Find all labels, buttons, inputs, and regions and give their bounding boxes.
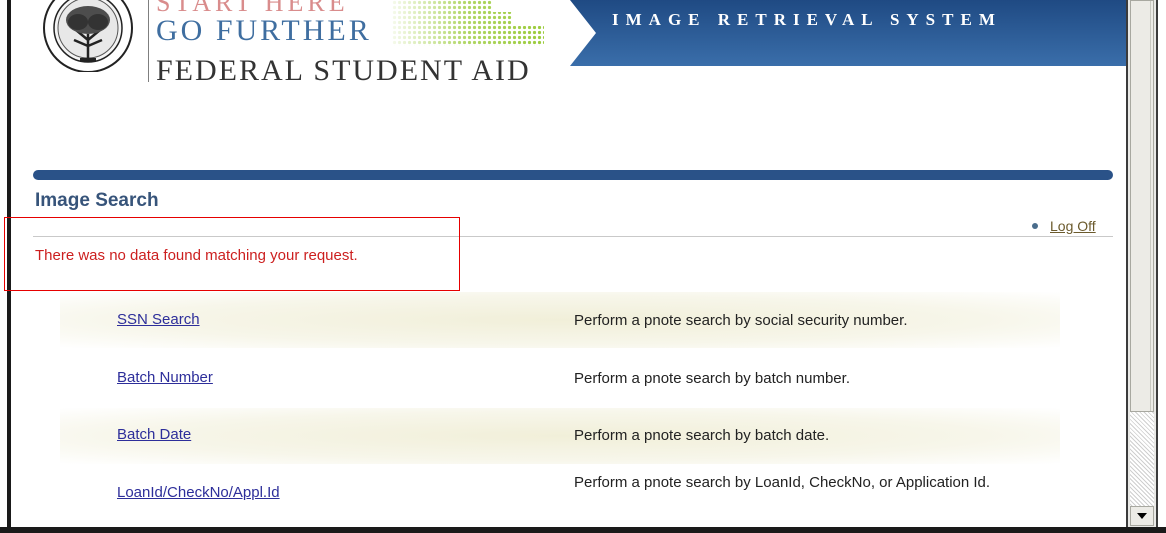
- option-description: Perform a pnote search by social securit…: [574, 312, 908, 329]
- batch-date-link[interactable]: Batch Date: [117, 426, 191, 443]
- option-description: Perform a pnote search by LoanId, CheckN…: [574, 474, 991, 491]
- site-header: START HERE GO FURTHER FEDERAL STUDENT AI…: [16, 0, 1126, 120]
- decorative-dot-grid: [392, 0, 544, 46]
- ssn-search-link[interactable]: SSN Search: [117, 311, 200, 328]
- option-description: Perform a pnote search by batch date.: [574, 427, 830, 444]
- tagline-go-further: GO FURTHER: [156, 14, 372, 47]
- search-option-row: Batch Date Perform a pnote search by bat…: [60, 408, 1060, 464]
- vertical-scrollbar[interactable]: [1126, 0, 1158, 528]
- logo-divider: [148, 0, 149, 82]
- option-description: Perform a pnote search by batch number.: [574, 370, 850, 387]
- system-title: IMAGE RETRIEVAL SYSTEM: [612, 10, 1002, 29]
- logoff-control[interactable]: Log Off: [1032, 218, 1096, 234]
- header-divider-bar: [33, 170, 1113, 180]
- scroll-down-arrow-icon[interactable]: [1130, 506, 1154, 526]
- search-option-row: LoanId/CheckNo/Appl.Id Perform a pnote s…: [60, 465, 1060, 527]
- search-option-row: Batch Number Perform a pnote search by b…: [60, 350, 1060, 406]
- loanid-checkno-applid-link[interactable]: LoanId/CheckNo/Appl.Id: [117, 484, 280, 501]
- error-message: There was no data found matching your re…: [35, 247, 358, 264]
- page-title: Image Search: [35, 190, 159, 211]
- bullet-icon: [1032, 223, 1038, 229]
- search-option-row: SSN Search Perform a pnote search by soc…: [60, 292, 1060, 348]
- department-seal-logo: [38, 0, 138, 72]
- scrollbar-thumb[interactable]: [1130, 0, 1154, 412]
- window-bottom-border: [0, 527, 1166, 533]
- batch-number-link[interactable]: Batch Number: [117, 369, 213, 386]
- org-name: FEDERAL STUDENT AID: [156, 54, 531, 87]
- logoff-link[interactable]: Log Off: [1050, 218, 1096, 234]
